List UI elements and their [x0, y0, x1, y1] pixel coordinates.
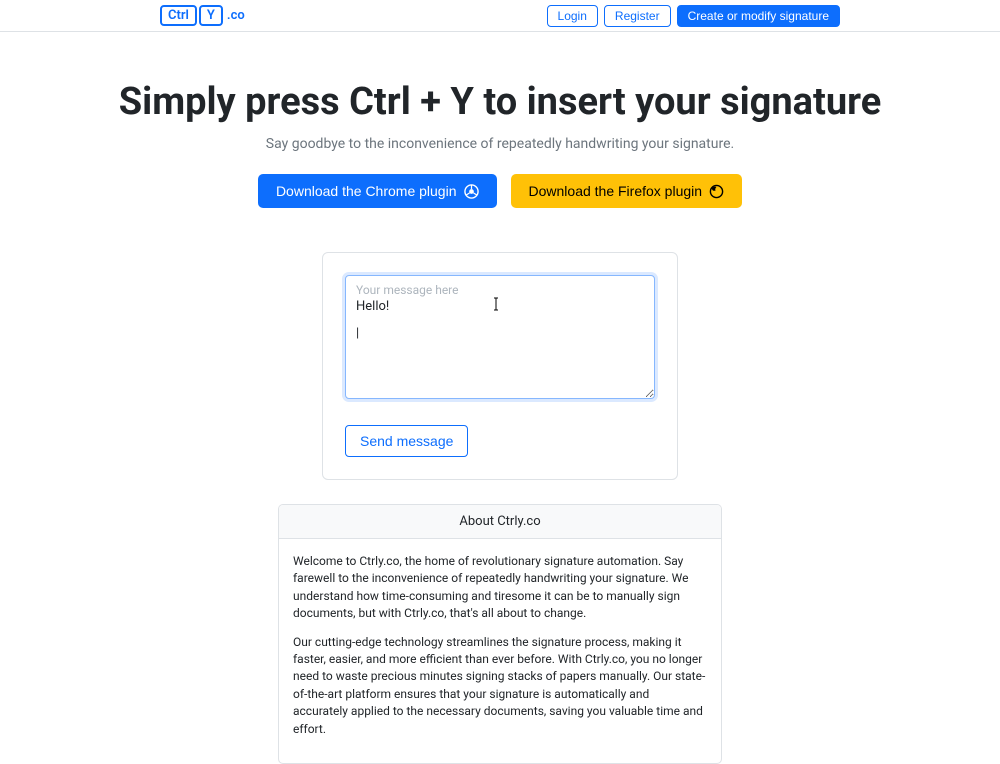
download-chrome-button[interactable]: Download the Chrome plugin — [258, 174, 497, 208]
chrome-icon — [464, 184, 479, 199]
logo-suffix: .co — [227, 8, 245, 23]
demo-card: Your message here Hello! | Send message — [322, 252, 678, 480]
page-title: Simply press Ctrl + Y to insert your sig… — [20, 80, 980, 124]
logo[interactable]: Ctrl Y .co — [160, 5, 245, 26]
about-paragraph-2: Our cutting-edge technology streamlines … — [293, 634, 707, 738]
create-signature-button[interactable]: Create or modify signature — [677, 5, 840, 27]
about-header: About Ctrly.co — [279, 505, 721, 539]
download-firefox-label: Download the Firefox plugin — [529, 183, 703, 199]
register-button[interactable]: Register — [604, 5, 671, 27]
message-textarea[interactable] — [345, 275, 655, 399]
download-buttons: Download the Chrome plugin Download the … — [20, 174, 980, 208]
send-message-button[interactable]: Send message — [345, 425, 468, 457]
about-body: Welcome to Ctrly.co, the home of revolut… — [279, 539, 721, 763]
demo-textarea-wrapper: Your message here Hello! | — [345, 275, 655, 403]
navbar: Ctrl Y .co Login Register Create or modi… — [0, 0, 1000, 32]
firefox-icon — [709, 184, 724, 199]
download-firefox-button[interactable]: Download the Firefox plugin — [511, 174, 743, 208]
about-section: About Ctrly.co Welcome to Ctrly.co, the … — [0, 504, 1000, 764]
about-paragraph-1: Welcome to Ctrly.co, the home of revolut… — [293, 553, 707, 623]
logo-y: Y — [199, 5, 223, 26]
nav-buttons: Login Register Create or modify signatur… — [547, 5, 840, 27]
hero: Simply press Ctrl + Y to insert your sig… — [0, 32, 1000, 228]
download-chrome-label: Download the Chrome plugin — [276, 183, 457, 199]
page-subtitle: Say goodbye to the inconvenience of repe… — [20, 136, 980, 152]
about-card: About Ctrly.co Welcome to Ctrly.co, the … — [278, 504, 722, 764]
logo-ctrl: Ctrl — [160, 5, 197, 26]
login-button[interactable]: Login — [547, 5, 598, 27]
